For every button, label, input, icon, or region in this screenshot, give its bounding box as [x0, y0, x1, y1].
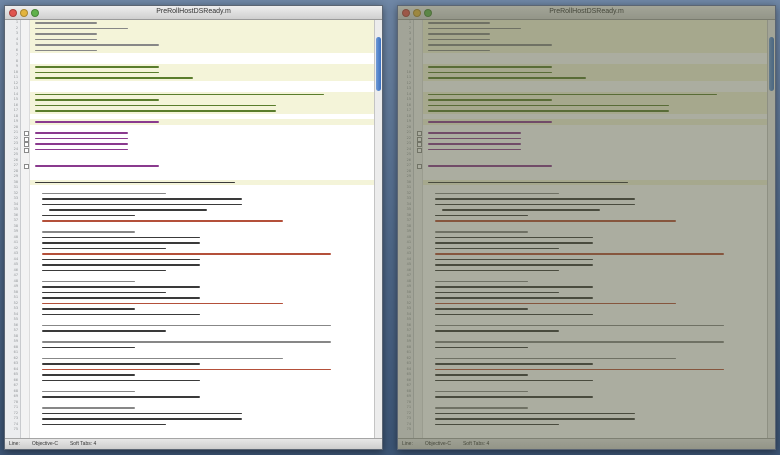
status-line[interactable]: Line:	[9, 441, 20, 447]
code-line[interactable]	[30, 427, 374, 433]
line-number: 75	[406, 427, 411, 431]
fold-margin[interactable]	[21, 20, 30, 438]
scroll-thumb[interactable]	[769, 36, 774, 92]
code-text-area[interactable]	[423, 20, 767, 438]
title-bar[interactable]: PreRollHostDSReady.m	[398, 6, 775, 20]
code-editor[interactable]: 1 2 3 4 5 6 7 8 9 10 11 12 13 14 15 16 17 18 19 20 21 22 23 24 2…	[398, 20, 775, 438]
vertical-scrollbar[interactable]	[374, 20, 382, 438]
editor-window-right[interactable]: PreRollHostDSReady.m 1 2 3 4 5 6 7 8 9 10 11 12 13 14…	[397, 5, 776, 450]
status-tab-size[interactable]: Soft Tabs: 4	[463, 441, 489, 447]
status-bar: Line: Objective-C Soft Tabs: 4	[398, 438, 775, 449]
status-tab-size[interactable]: Soft Tabs: 4	[70, 441, 96, 447]
status-bar: Line: Objective-C Soft Tabs: 4	[5, 438, 382, 449]
fold-marker	[414, 427, 422, 433]
status-line[interactable]: Line:	[402, 441, 413, 447]
code-editor[interactable]: 1 2 3 4 5 6 7 8 9 10 11 12 13 14 15 16 17 18 19 20 21 22 23 24 2…	[5, 20, 382, 438]
fold-marker	[21, 427, 29, 433]
status-language[interactable]: Objective-C	[32, 441, 58, 447]
window-title: PreRollHostDSReady.m	[549, 8, 624, 15]
title-bar[interactable]: PreRollHostDSReady.m	[5, 6, 382, 20]
window-title: PreRollHostDSReady.m	[156, 8, 231, 15]
line-number-gutter: 1 2 3 4 5 6 7 8 9 10 11 12 13 14 15 16 17 18 19 20 21 22 23 24 2…	[5, 20, 21, 438]
scroll-thumb[interactable]	[376, 36, 381, 92]
code-text-area[interactable]	[30, 20, 374, 438]
code-line[interactable]	[423, 427, 767, 433]
status-language[interactable]: Objective-C	[425, 441, 451, 447]
line-number: 75	[13, 427, 18, 431]
vertical-scrollbar[interactable]	[767, 20, 775, 438]
fold-margin[interactable]	[414, 20, 423, 438]
editor-window-left[interactable]: PreRollHostDSReady.m 1 2 3 4 5 6 7 8 9 10 11 12 13 14…	[4, 5, 383, 450]
line-number-gutter: 1 2 3 4 5 6 7 8 9 10 11 12 13 14 15 16 17 18 19 20 21 22 23 24 2…	[398, 20, 414, 438]
